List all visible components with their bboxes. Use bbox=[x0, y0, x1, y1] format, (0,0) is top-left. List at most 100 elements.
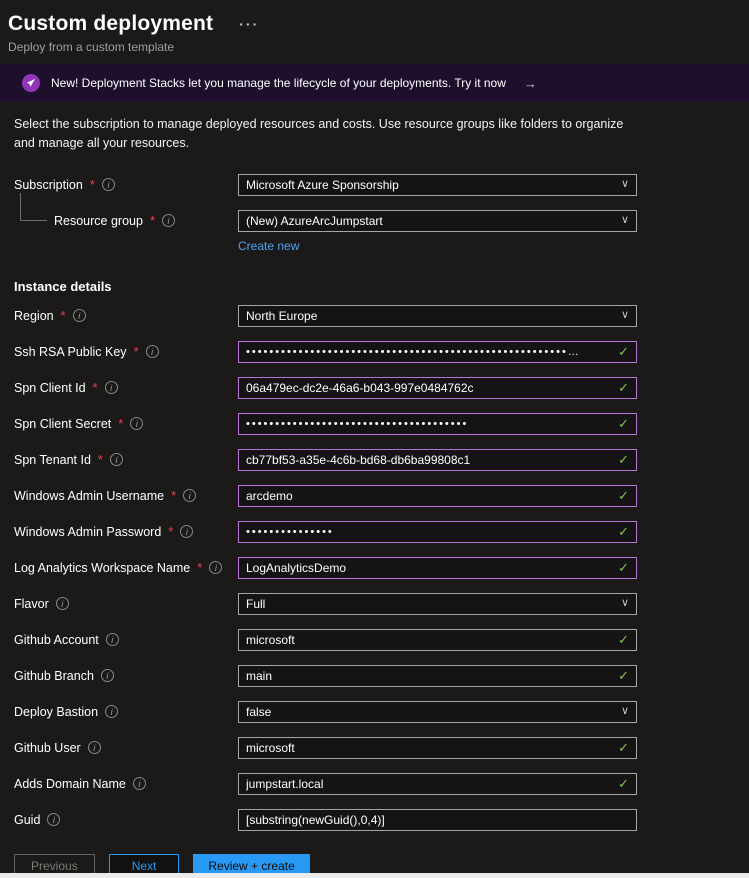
deploy-bastion-select[interactable]: false ∨ bbox=[238, 701, 637, 723]
windows-admin-username-value: arcdemo bbox=[246, 489, 612, 503]
guid-value: [substring(newGuid(),0,4)] bbox=[246, 813, 629, 827]
info-icon[interactable]: i bbox=[105, 381, 118, 394]
required-asterisk: * bbox=[118, 416, 123, 431]
ssh-rsa-public-key-input[interactable]: ••••••••••••••••••••••••••••••••••••••••… bbox=[238, 341, 637, 363]
chevron-down-icon: ∨ bbox=[621, 179, 629, 190]
more-options-button[interactable]: ··· bbox=[239, 16, 259, 32]
github-account-label: Github Account bbox=[14, 633, 99, 647]
info-icon[interactable]: i bbox=[105, 705, 118, 718]
log-analytics-workspace-name-input[interactable]: LogAnalyticsDemo ✓ bbox=[238, 557, 637, 579]
form-row-flavor: Flavor i Full ∨ bbox=[0, 586, 749, 622]
info-icon[interactable]: i bbox=[56, 597, 69, 610]
info-icon[interactable]: i bbox=[180, 525, 193, 538]
info-icon[interactable]: i bbox=[146, 345, 159, 358]
info-icon[interactable]: i bbox=[209, 561, 222, 574]
guid-input[interactable]: [substring(newGuid(),0,4)] bbox=[238, 809, 637, 831]
github-account-input[interactable]: microsoft ✓ bbox=[238, 629, 637, 651]
spn-client-id-label: Spn Client Id bbox=[14, 381, 86, 395]
form-row-spn-tenant-id: Spn Tenant Id * i cb77bf53-a35e-4c6b-bd6… bbox=[0, 442, 749, 478]
adds-domain-name-label: Adds Domain Name bbox=[14, 777, 126, 791]
info-icon[interactable]: i bbox=[47, 813, 60, 826]
deployment-stacks-banner[interactable]: New! Deployment Stacks let you manage th… bbox=[0, 64, 749, 102]
form-row-spn-client-secret: Spn Client Secret * i ••••••••••••••••••… bbox=[0, 406, 749, 442]
github-branch-value: main bbox=[246, 669, 612, 683]
info-icon[interactable]: i bbox=[130, 417, 143, 430]
info-icon[interactable]: i bbox=[162, 214, 175, 227]
checkmark-icon: ✓ bbox=[618, 489, 629, 502]
spn-tenant-id-label: Spn Tenant Id bbox=[14, 453, 91, 467]
form-row-deploy-bastion: Deploy Bastion i false ∨ bbox=[0, 694, 749, 730]
region-value: North Europe bbox=[246, 309, 615, 323]
deploy-bastion-label: Deploy Bastion bbox=[14, 705, 98, 719]
required-asterisk: * bbox=[150, 213, 155, 228]
resource-group-row: Resource group * i (New) AzureArcJumpsta… bbox=[0, 203, 749, 239]
page-subtitle: Deploy from a custom template bbox=[8, 40, 741, 54]
windows-admin-username-input[interactable]: arcdemo ✓ bbox=[238, 485, 637, 507]
info-icon[interactable]: i bbox=[101, 669, 114, 682]
github-account-value: microsoft bbox=[246, 633, 612, 647]
arrow-right-icon: → bbox=[524, 76, 537, 91]
github-user-value: microsoft bbox=[246, 741, 612, 755]
spn-tenant-id-input[interactable]: cb77bf53-a35e-4c6b-bd68-db6ba99808c1 ✓ bbox=[238, 449, 637, 471]
form-row-adds-domain-name: Adds Domain Name i jumpstart.local ✓ bbox=[0, 766, 749, 802]
region-select[interactable]: North Europe ∨ bbox=[238, 305, 637, 327]
adds-domain-name-input[interactable]: jumpstart.local ✓ bbox=[238, 773, 637, 795]
checkmark-icon: ✓ bbox=[618, 633, 629, 646]
required-asterisk: * bbox=[197, 560, 202, 575]
required-asterisk: * bbox=[93, 380, 98, 395]
spn-client-secret-value: •••••••••••••••••••••••••••••••••••••• bbox=[246, 418, 612, 430]
windows-admin-username-label: Windows Admin Username bbox=[14, 489, 164, 503]
flavor-label: Flavor bbox=[14, 597, 49, 611]
github-branch-input[interactable]: main ✓ bbox=[238, 665, 637, 687]
checkmark-icon: ✓ bbox=[618, 453, 629, 466]
info-icon[interactable]: i bbox=[102, 178, 115, 191]
subscription-label: Subscription bbox=[14, 178, 83, 192]
info-icon[interactable]: i bbox=[183, 489, 196, 502]
windows-admin-password-label: Windows Admin Password bbox=[14, 525, 161, 539]
subscription-value: Microsoft Azure Sponsorship bbox=[246, 178, 615, 192]
spn-client-id-input[interactable]: 06a479ec-dc2e-46a6-b043-997e0484762c ✓ bbox=[238, 377, 637, 399]
windows-admin-password-input[interactable]: ••••••••••••••• ✓ bbox=[238, 521, 637, 543]
info-icon[interactable]: i bbox=[88, 741, 101, 754]
spn-client-secret-label: Spn Client Secret bbox=[14, 417, 111, 431]
required-asterisk: * bbox=[98, 452, 103, 467]
info-icon[interactable]: i bbox=[106, 633, 119, 646]
github-user-input[interactable]: microsoft ✓ bbox=[238, 737, 637, 759]
page-title: Custom deployment bbox=[8, 12, 213, 36]
form-row-github-branch: Github Branch i main ✓ bbox=[0, 658, 749, 694]
resource-group-select[interactable]: (New) AzureArcJumpstart ∨ bbox=[238, 210, 637, 232]
resource-group-label: Resource group bbox=[54, 214, 143, 228]
checkmark-icon: ✓ bbox=[618, 669, 629, 682]
chevron-down-icon: ∨ bbox=[621, 706, 629, 717]
windows-admin-password-value: ••••••••••••••• bbox=[246, 526, 612, 538]
spn-tenant-id-value: cb77bf53-a35e-4c6b-bd68-db6ba99808c1 bbox=[246, 453, 612, 467]
flavor-value: Full bbox=[246, 597, 615, 611]
info-icon[interactable]: i bbox=[110, 453, 123, 466]
instance-fields: Region * i North Europe ∨ Ssh RSA Public… bbox=[0, 298, 749, 838]
deployment-form: Subscription * i Microsoft Azure Sponsor… bbox=[0, 167, 749, 878]
resource-group-value: (New) AzureArcJumpstart bbox=[246, 214, 615, 228]
form-row-region: Region * i North Europe ∨ bbox=[0, 298, 749, 334]
info-icon[interactable]: i bbox=[133, 777, 146, 790]
flavor-select[interactable]: Full ∨ bbox=[238, 593, 637, 615]
required-asterisk: * bbox=[61, 308, 66, 323]
form-row-spn-client-id: Spn Client Id * i 06a479ec-dc2e-46a6-b04… bbox=[0, 370, 749, 406]
info-icon[interactable]: i bbox=[73, 309, 86, 322]
tree-connector bbox=[20, 193, 47, 221]
create-new-link[interactable]: Create new bbox=[238, 239, 299, 259]
checkmark-icon: ✓ bbox=[618, 777, 629, 790]
form-row-guid: Guid i [substring(newGuid(),0,4)] bbox=[0, 802, 749, 838]
bottom-edge-strip bbox=[0, 873, 749, 878]
region-label: Region bbox=[14, 309, 54, 323]
chevron-down-icon: ∨ bbox=[621, 310, 629, 321]
subscription-select[interactable]: Microsoft Azure Sponsorship ∨ bbox=[238, 174, 637, 196]
intro-text: Select the subscription to manage deploy… bbox=[14, 115, 626, 153]
subscription-row: Subscription * i Microsoft Azure Sponsor… bbox=[0, 167, 749, 203]
banner-message: New! Deployment Stacks let you manage th… bbox=[51, 76, 506, 90]
checkmark-icon: ✓ bbox=[618, 561, 629, 574]
page-header: Custom deployment ··· Deploy from a cust… bbox=[0, 0, 749, 54]
chevron-down-icon: ∨ bbox=[621, 215, 629, 226]
ssh-rsa-public-key-label: Ssh RSA Public Key bbox=[14, 345, 127, 359]
spn-client-secret-input[interactable]: •••••••••••••••••••••••••••••••••••••• ✓ bbox=[238, 413, 637, 435]
checkmark-icon: ✓ bbox=[618, 417, 629, 430]
